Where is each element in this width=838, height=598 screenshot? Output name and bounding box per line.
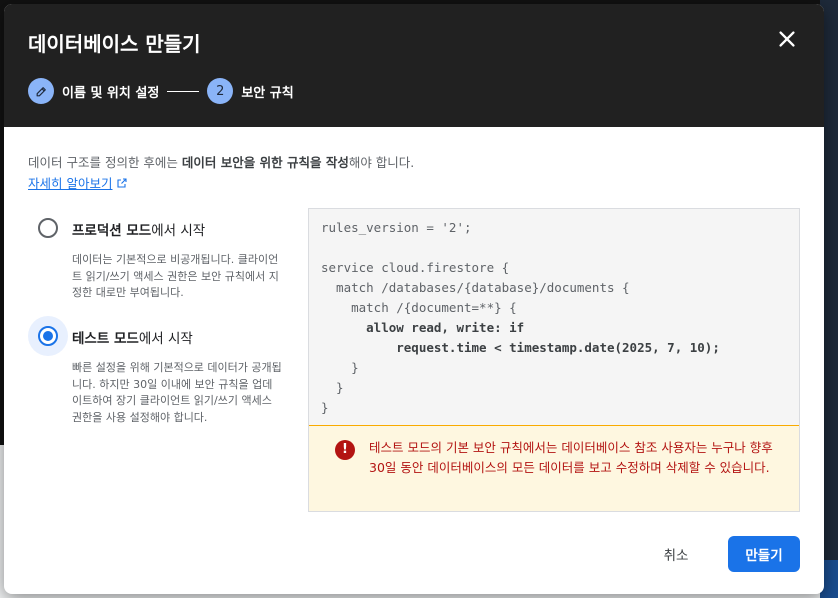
- dialog-title: 데이터베이스 만들기: [28, 32, 201, 56]
- intro-text-before: 데이터 구조를 정의한 후에는: [28, 155, 182, 170]
- code-line: service cloud.firestore {: [321, 260, 510, 275]
- intro-text-bold: 데이터 보안을 위한 규칙을 작성: [181, 155, 349, 170]
- option-test-description: 빠른 설정을 위해 기본적으로 데이터가 공개됩니다. 하지만 30일 이내에 …: [72, 361, 282, 424]
- pencil-icon: [36, 86, 46, 96]
- intro-text-after: 해야 합니다.: [348, 155, 415, 170]
- option-production-title-rest: 에서 시작: [151, 223, 206, 239]
- option-test-mode[interactable]: 테스트 모드에서 시작 빠른 설정을 위해 기본적으로 데이터가 공개됩니다. …: [28, 316, 282, 446]
- step-1-circle[interactable]: [28, 78, 54, 104]
- dialog-header: 데이터베이스 만들기 이름 및 위치 설정 2 보안 규칙: [4, 4, 824, 127]
- code-line: rules_version = '2';: [321, 220, 472, 235]
- test-mode-warning: ! 테스트 모드의 기본 보안 규칙에서는 데이터베이스 참조 사용자는 누구나…: [309, 425, 799, 511]
- radio-production-wrap[interactable]: [28, 208, 68, 248]
- option-production-title[interactable]: 프로덕션 모드에서 시작: [72, 219, 205, 239]
- code-line: ​: [321, 238, 787, 258]
- rules-code: rules_version = '2'; ​ service cloud.fires…: [309, 209, 799, 425]
- option-test-title[interactable]: 테스트 모드에서 시작: [72, 327, 193, 347]
- create-database-dialog: 데이터베이스 만들기 이름 및 위치 설정 2 보안 규칙 데이터 구조를 정의…: [4, 4, 824, 594]
- learn-more-link[interactable]: 자세히 알아보기: [28, 173, 128, 192]
- step-2-circle: 2: [207, 78, 234, 104]
- warning-text: 테스트 모드의 기본 보안 규칙에서는 데이터베이스 참조 사용자는 누구나 향…: [369, 440, 773, 475]
- security-rules-panel: rules_version = '2'; ​ service cloud.fires…: [308, 208, 800, 512]
- code-line: }: [321, 400, 329, 415]
- cancel-button[interactable]: 취소: [648, 536, 704, 572]
- option-production-title-bold: 프로덕션 모드: [72, 223, 152, 239]
- radio-test-wrap[interactable]: [28, 316, 68, 356]
- step-1-label[interactable]: 이름 및 위치 설정: [62, 82, 159, 101]
- intro-text: 데이터 구조를 정의한 후에는 데이터 보안을 위한 규칙을 작성해야 합니다.: [28, 152, 414, 171]
- close-button[interactable]: [776, 28, 798, 50]
- code-line: allow read, write: if: [321, 320, 525, 335]
- option-test-title-rest: 에서 시작: [138, 331, 193, 347]
- code-line: }: [321, 380, 344, 395]
- create-button[interactable]: 만들기: [728, 536, 800, 572]
- step-2-label: 보안 규칙: [241, 85, 294, 101]
- option-production-description: 데이터는 기본적으로 비공개됩니다. 클라이언트 읽기/쓰기 액세스 권한은 보…: [72, 253, 279, 299]
- close-icon: [779, 31, 795, 47]
- code-line: match /{document=**} {: [321, 300, 517, 315]
- open-in-new-icon: [117, 177, 128, 188]
- step-connector: [167, 90, 200, 92]
- code-line: match /databases/{database}/documents {: [321, 280, 630, 295]
- option-test-title-bold: 테스트 모드: [72, 331, 139, 347]
- radio-production[interactable]: [38, 218, 58, 238]
- radio-test[interactable]: [38, 326, 58, 346]
- stepper: 이름 및 위치 설정 2 보안 규칙: [28, 78, 294, 104]
- error-icon: !: [335, 440, 355, 460]
- code-line: request.time < timestamp.date(2025, 7, 1…: [321, 340, 720, 355]
- learn-more-label: 자세히 알아보기: [28, 176, 113, 191]
- code-line: }: [321, 360, 359, 375]
- option-production-mode[interactable]: 프로덕션 모드에서 시작 데이터는 기본적으로 비공개됩니다. 클라이언트 읽기…: [28, 208, 279, 308]
